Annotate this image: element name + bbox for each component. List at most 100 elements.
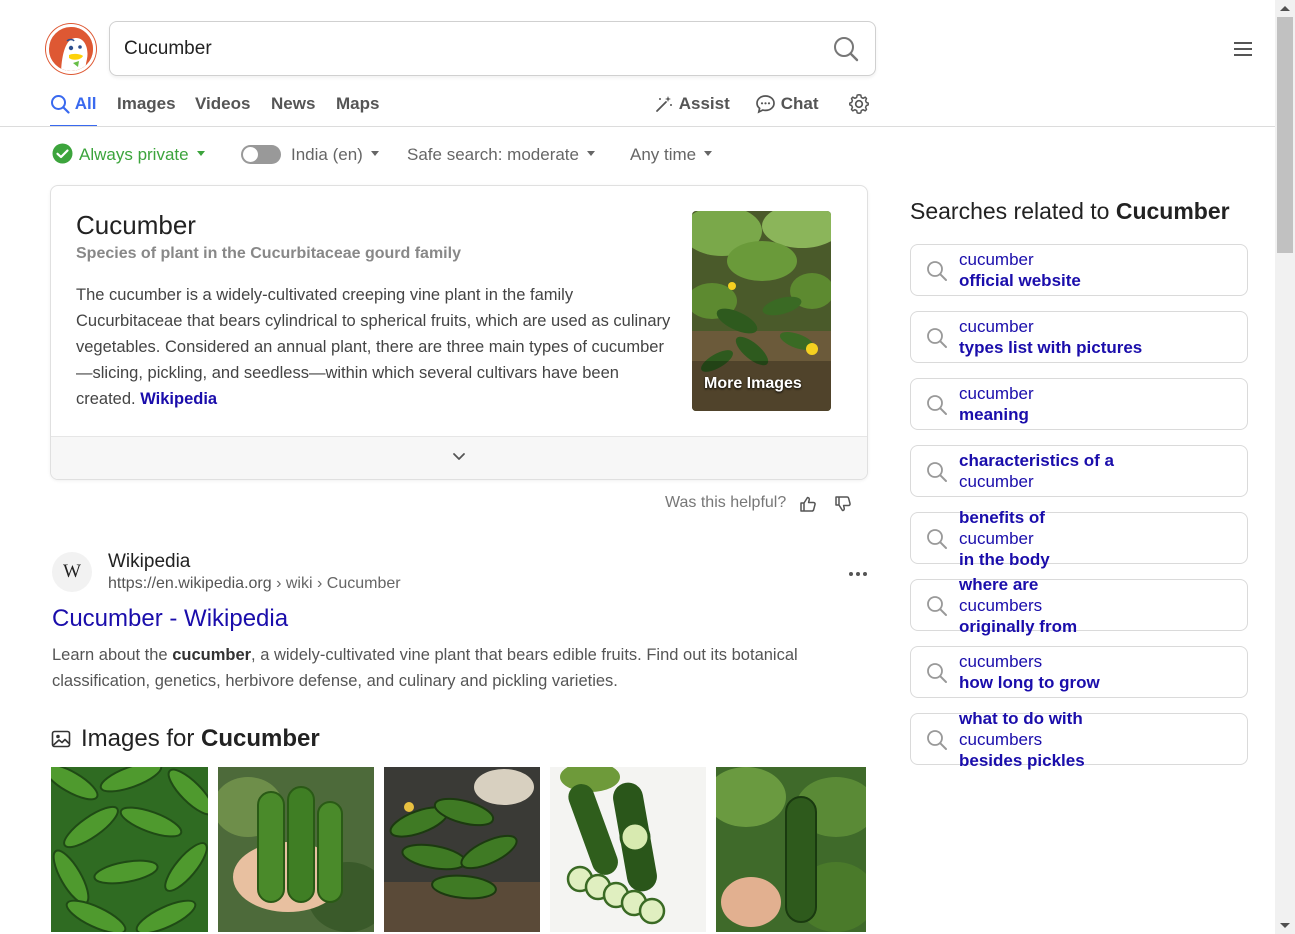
related-search-part: types list with pictures [959, 338, 1143, 357]
result-title-link[interactable]: Cucumber - Wikipedia [52, 605, 288, 633]
related-search-item[interactable]: benefits of cucumber in the body [910, 508, 1248, 569]
search-icon [927, 730, 947, 750]
search-input[interactable] [124, 35, 804, 63]
snippet-bold: cucumber [172, 646, 252, 664]
duckduckgo-logo[interactable] [46, 24, 96, 74]
chevron-down-icon [370, 151, 379, 157]
related-search-item[interactable]: cucumber types list with pictures [910, 311, 1248, 363]
image-result-1[interactable] [51, 767, 208, 932]
chevron-down-icon [196, 151, 205, 157]
result-url[interactable]: https://en.wikipedia.org › wiki › Cucumb… [108, 575, 401, 593]
related-search-text: cucumbers how long to grow [959, 647, 1239, 697]
safe-search-label: Safe search: moderate [407, 145, 579, 164]
image-result-3[interactable] [384, 767, 540, 932]
sliced-cucumbers-photo [550, 767, 706, 932]
related-search-text: where are cucumbers originally from [959, 575, 1239, 636]
cucumbers-in-hand-photo [218, 767, 374, 932]
search-icon [927, 261, 947, 281]
chat-bubble-icon [756, 95, 775, 114]
related-search-item[interactable]: characteristics of a cucumber [910, 445, 1248, 497]
assist-label: Assist [678, 94, 730, 113]
result-url-path: › wiki › Cucumber [271, 575, 401, 592]
time-dropdown[interactable]: Any time [630, 143, 713, 167]
related-search-part: benefits of [959, 507, 1045, 527]
related-search-part: official website [959, 271, 1081, 290]
search-icon[interactable] [832, 35, 860, 63]
pickling-cucumbers-photo [384, 767, 540, 932]
gear-icon[interactable] [848, 93, 870, 120]
image-icon [51, 729, 71, 749]
always-private-dropdown[interactable]: Always private [52, 143, 205, 167]
region-toggle[interactable] [241, 145, 281, 165]
related-search-item[interactable]: cucumbers how long to grow [910, 646, 1248, 698]
region-dropdown[interactable]: India (en) [241, 143, 379, 167]
related-search-item[interactable]: cucumber official website [910, 244, 1248, 296]
related-search-part: in the body [959, 549, 1050, 569]
result-site-name: Wikipedia [108, 551, 191, 572]
tab-videos[interactable]: Videos [195, 92, 250, 127]
expand-panel-button[interactable] [51, 436, 867, 479]
tab-maps-label: Maps [336, 94, 380, 113]
related-search-part: where are [959, 574, 1039, 594]
more-dots-icon[interactable] [847, 566, 869, 582]
tab-all-label: All [74, 94, 97, 113]
related-title-term: Cucumber [1115, 198, 1230, 224]
related-search-part: cucumber [959, 472, 1034, 491]
related-search-item[interactable]: what to do with cucumbers besides pickle… [910, 709, 1248, 770]
related-search-part: how long to grow [959, 673, 1100, 692]
more-images-label: More Images [704, 375, 802, 392]
related-search-text: what to do with cucumbers besides pickle… [959, 709, 1239, 770]
page-scrollbar[interactable] [1275, 0, 1295, 934]
result-snippet: Learn about the cucumber, a widely-culti… [52, 642, 867, 694]
search-box [109, 21, 876, 76]
wikipedia-favicon: W [52, 552, 92, 592]
scrollbar-thumb[interactable] [1277, 17, 1293, 253]
tab-maps[interactable]: Maps [336, 92, 379, 127]
check-circle-icon [52, 143, 73, 164]
related-searches-title: Searches related to Cucumber [910, 198, 1230, 225]
related-search-part: besides pickles [959, 750, 1085, 770]
related-search-part: cucumbers [959, 652, 1043, 671]
related-search-part: cucumbers [959, 595, 1043, 615]
tab-news[interactable]: News [271, 92, 315, 127]
related-search-text: cucumber meaning [959, 379, 1239, 429]
cucumber-pile-photo [51, 767, 208, 932]
related-search-text: characteristics of a cucumber [959, 446, 1239, 496]
related-search-part: characteristics of a [959, 451, 1114, 470]
knowledge-panel: Cucumber Species of plant in the Cucurbi… [50, 185, 868, 480]
chat-label: Chat [780, 94, 819, 113]
image-result-4[interactable] [550, 767, 706, 932]
wikipedia-source-link[interactable]: Wikipedia [140, 390, 217, 408]
related-search-item[interactable]: where are cucumbers originally from [910, 575, 1248, 636]
region-label: India (en) [291, 145, 363, 164]
search-icon [927, 462, 947, 482]
images-heading-prefix: Images for [81, 725, 202, 752]
search-icon [927, 529, 947, 549]
scroll-down-arrow[interactable] [1280, 923, 1290, 928]
related-search-part: cucumber [959, 528, 1034, 548]
knowledge-panel-description: The cucumber is a widely-cultivated cree… [76, 282, 676, 412]
tab-images[interactable]: Images [117, 92, 176, 127]
related-search-item[interactable]: cucumber meaning [910, 378, 1248, 430]
images-section-heading[interactable]: Images for Cucumber [81, 725, 320, 753]
image-result-5[interactable] [716, 767, 866, 932]
thumbs-down-icon[interactable] [834, 495, 852, 513]
search-icon [927, 663, 947, 683]
tab-all[interactable]: All [50, 92, 97, 127]
chevron-down-icon [586, 151, 595, 157]
related-search-text: benefits of cucumber in the body [959, 508, 1239, 569]
image-result-2[interactable] [218, 767, 374, 932]
header-divider [0, 126, 1275, 127]
assist-button[interactable]: Assist [654, 92, 730, 116]
safe-search-dropdown[interactable]: Safe search: moderate [407, 143, 595, 167]
result-url-host: https://en.wikipedia.org [108, 575, 272, 592]
related-search-text: cucumber types list with pictures [959, 312, 1239, 362]
magic-wand-icon [656, 96, 672, 112]
hamburger-menu-icon[interactable] [1231, 39, 1255, 59]
scroll-up-arrow[interactable] [1280, 6, 1290, 11]
more-images-thumbnail[interactable]: More Images [692, 211, 831, 411]
related-search-text: cucumber official website [959, 245, 1239, 295]
search-icon [927, 395, 947, 415]
thumbs-up-icon[interactable] [799, 495, 817, 513]
chat-button[interactable]: Chat [755, 92, 819, 116]
